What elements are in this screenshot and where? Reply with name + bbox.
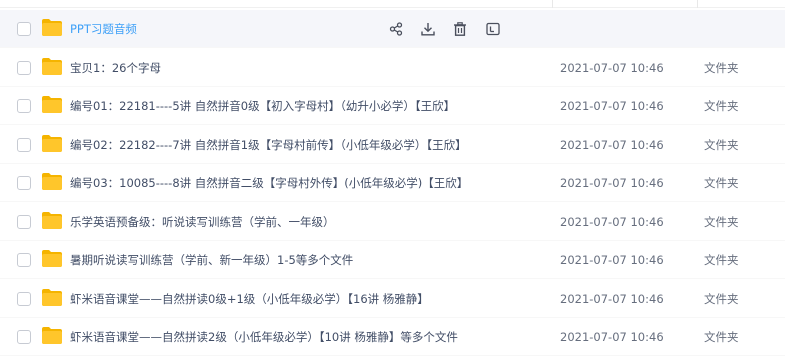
file-row[interactable]: 暑期听说读写训练营（学前、新一年级）1-5等多个文件 2021-07-07 10… — [0, 241, 785, 279]
file-type: 文件夹 — [704, 99, 739, 113]
modified-date: 2021-07-07 10:46 — [560, 330, 664, 344]
column-header — [0, 0, 785, 8]
column-divider[interactable] — [552, 0, 553, 8]
file-name[interactable]: 暑期听说读写训练营（学前、新一年级）1-5等多个文件 — [70, 241, 353, 279]
row-checkbox[interactable] — [17, 61, 31, 75]
folder-icon — [42, 58, 62, 75]
modified-date: 2021-07-07 10:46 — [560, 138, 664, 152]
column-divider[interactable] — [697, 0, 698, 8]
folder-icon — [42, 135, 62, 152]
file-name[interactable]: 虾米语音课堂——自然拼读0级+1级（小低年级必学）【16讲 杨雅静】 — [70, 280, 429, 318]
file-row[interactable]: 宝贝1：26个字母 2021-07-07 10:46 文件夹 — [0, 49, 785, 87]
file-name[interactable]: 虾米语音课堂——自然拼读2级（小低年级必学）【10讲 杨雅静】等多个文件 — [70, 318, 458, 356]
folder-icon — [42, 19, 62, 36]
share-icon[interactable] — [386, 19, 406, 39]
modified-date: 2021-07-07 10:46 — [560, 176, 664, 190]
file-row[interactable]: 虾米语音课堂——自然拼读2级（小低年级必学）【10讲 杨雅静】等多个文件 202… — [0, 318, 785, 356]
delete-icon[interactable] — [450, 19, 470, 39]
file-name[interactable]: 编号02：22182----7讲 自然拼音1级【字母村前传】（小低年级必学）【王… — [70, 126, 467, 164]
file-row[interactable]: 编号01：22181----5讲 自然拼音0级【初入字母村】（幼升小必学）【王欣… — [0, 87, 785, 125]
file-row[interactable]: 编号02：22182----7讲 自然拼音1级【字母村前传】（小低年级必学）【王… — [0, 126, 785, 164]
file-name[interactable]: PPT习题音频 — [70, 10, 137, 48]
more-icon[interactable] — [483, 19, 503, 39]
file-type: 文件夹 — [704, 138, 739, 152]
file-type: 文件夹 — [704, 253, 739, 267]
modified-date: 2021-07-07 10:46 — [560, 292, 664, 306]
modified-date: 2021-07-07 10:46 — [560, 215, 664, 229]
file-type: 文件夹 — [704, 176, 739, 190]
folder-icon — [42, 289, 62, 306]
folder-icon — [42, 173, 62, 190]
row-checkbox[interactable] — [17, 253, 31, 267]
modified-date: 2021-07-07 10:46 — [560, 99, 664, 113]
file-name[interactable]: 乐学英语预备级：听说读写训练营（学前、一年级） — [70, 203, 335, 241]
folder-icon — [42, 250, 62, 267]
row-checkbox[interactable] — [17, 138, 31, 152]
row-checkbox[interactable] — [17, 292, 31, 306]
file-name[interactable]: 编号01：22181----5讲 自然拼音0级【初入字母村】（幼升小必学）【王欣… — [70, 87, 455, 125]
file-type: 文件夹 — [704, 215, 739, 229]
file-row[interactable]: PPT习题音频 — [0, 10, 785, 48]
modified-date: 2021-07-07 10:46 — [560, 253, 664, 267]
folder-icon — [42, 212, 62, 229]
row-checkbox[interactable] — [17, 215, 31, 229]
row-checkbox[interactable] — [17, 176, 31, 190]
row-checkbox[interactable] — [17, 99, 31, 113]
row-checkbox[interactable] — [17, 330, 31, 344]
file-row[interactable]: 编号03：10085----8讲 自然拼音二级【字母村外传】(小低年级必学)【王… — [0, 164, 785, 202]
file-row[interactable]: 虾米语音课堂——自然拼读0级+1级（小低年级必学）【16讲 杨雅静】 2021-… — [0, 280, 785, 318]
modified-date: 2021-07-07 10:46 — [560, 61, 664, 75]
file-type: 文件夹 — [704, 292, 739, 306]
folder-icon — [42, 327, 62, 344]
file-type: 文件夹 — [704, 330, 739, 344]
file-name[interactable]: 宝贝1：26个字母 — [70, 49, 161, 87]
file-type: 文件夹 — [704, 61, 739, 75]
row-checkbox[interactable] — [17, 22, 31, 36]
folder-icon — [42, 96, 62, 113]
file-row[interactable]: 乐学英语预备级：听说读写训练营（学前、一年级） 2021-07-07 10:46… — [0, 203, 785, 241]
download-icon[interactable] — [418, 19, 438, 39]
file-list: PPT习题音频 宝贝1：26个字母 2021-07-07 10:46 文件夹 编… — [0, 0, 785, 357]
file-name[interactable]: 编号03：10085----8讲 自然拼音二级【字母村外传】(小低年级必学)【王… — [70, 164, 468, 202]
